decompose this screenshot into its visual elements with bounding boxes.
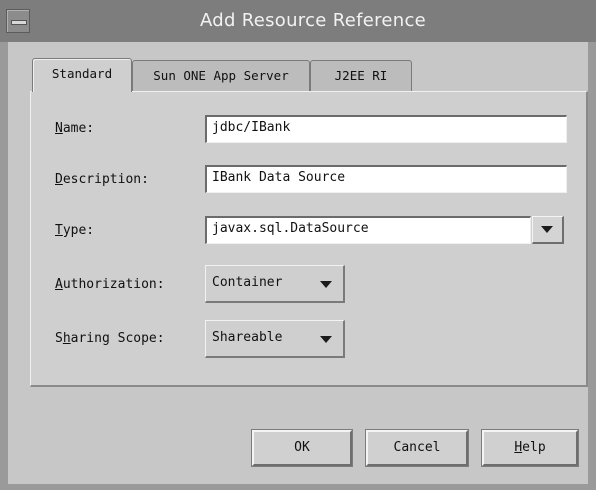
type-label: Type: xyxy=(55,223,95,238)
tab-panel-standard: Name: jdbc/IBank Description: IBank Data… xyxy=(30,91,588,387)
tab-label: Sun ONE App Server xyxy=(153,68,289,83)
tab-sun-one-app-server[interactable]: Sun ONE App Server xyxy=(132,60,310,92)
tab-label: J2EE RI xyxy=(334,68,388,83)
chevron-down-icon xyxy=(320,281,332,288)
ok-button[interactable]: OK xyxy=(251,429,353,467)
tab-standard[interactable]: Standard xyxy=(32,58,132,92)
chevron-down-icon xyxy=(320,336,332,343)
sharing-scope-label: Sharing Scope: xyxy=(55,331,165,346)
sharing-scope-option-menu[interactable]: Shareable xyxy=(205,320,345,358)
tab-label: Standard xyxy=(51,66,113,81)
cancel-button[interactable]: Cancel xyxy=(365,429,469,467)
sharing-scope-value: Shareable xyxy=(212,330,283,345)
chevron-down-icon xyxy=(541,226,553,233)
authorization-label: Authorization: xyxy=(55,277,165,292)
name-field[interactable]: jdbc/IBank xyxy=(205,115,567,143)
dialog-window: Add Resource Reference Standard Sun ONE … xyxy=(0,0,596,490)
tab-j2ee-ri[interactable]: J2EE RI xyxy=(310,60,412,92)
description-label: Description: xyxy=(55,172,149,187)
title-bar[interactable]: Add Resource Reference xyxy=(0,0,596,42)
name-label: Name: xyxy=(55,121,95,136)
window-title: Add Resource Reference xyxy=(199,10,427,31)
type-dropdown-button[interactable] xyxy=(532,216,564,244)
authorization-option-menu[interactable]: Container xyxy=(205,265,345,303)
authorization-value: Container xyxy=(212,275,283,290)
description-field[interactable]: IBank Data Source xyxy=(205,165,567,193)
type-combo-field[interactable]: javax.sql.DataSource xyxy=(205,216,531,244)
window-bottom-border[interactable] xyxy=(0,484,596,490)
help-button[interactable]: Help xyxy=(481,429,579,467)
